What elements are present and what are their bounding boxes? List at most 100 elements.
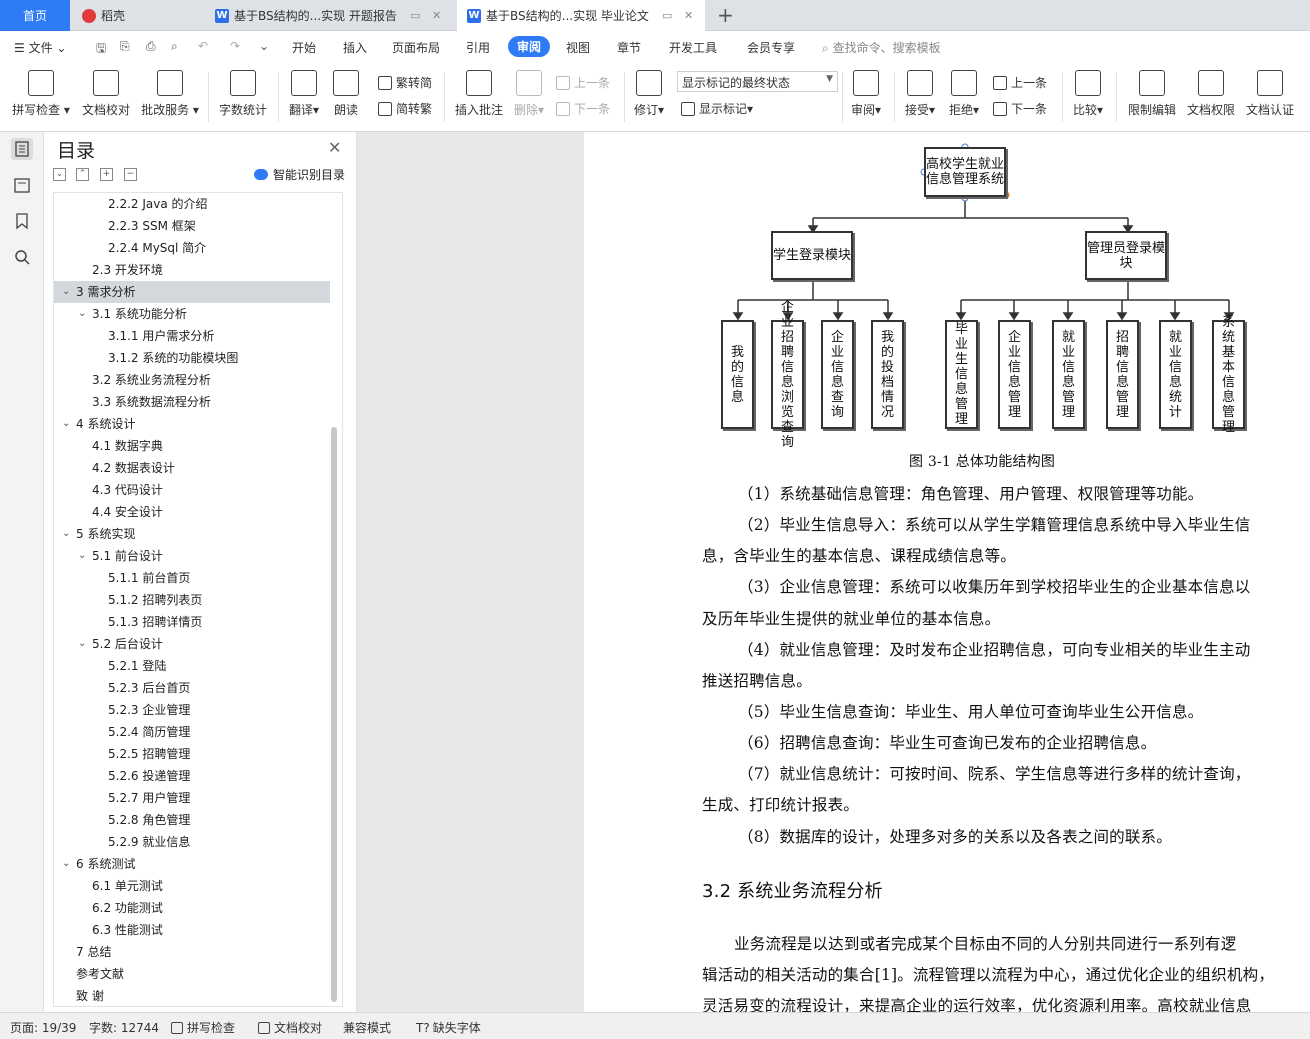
doc-auth-button[interactable]: 文档认证 [1243,68,1297,118]
menu-insert[interactable]: 插入 [343,39,367,56]
chevron-down-icon[interactable]: ⌄ [78,545,86,567]
toc-panel-icon[interactable] [11,138,33,160]
toc-item[interactable]: ⌄ 4 系统设计 [54,413,330,435]
toc-item[interactable]: 3.3 系统数据流程分析 [54,391,330,413]
collapse-all-icon[interactable]: ⌄ [53,168,66,181]
read-aloud-button[interactable]: 朗读 [330,68,362,118]
trad-to-simp-button[interactable]: 繁转简 [378,74,432,91]
toc-item[interactable]: 参考文献 [54,963,330,985]
toc-scrollbar[interactable] [331,427,337,1002]
markup-status-select[interactable]: 显示标记的最终状态 ▼ [677,71,838,92]
toc-item[interactable]: 6.2 功能测试 [54,897,330,919]
toc-item[interactable]: 5.2.9 就业信息 [54,831,330,853]
chapter-nav-icon[interactable] [11,174,33,196]
toc-item[interactable]: 5.2.3 后台首页 [54,677,330,699]
tab-proposal-pin-icon[interactable]: ▭ [410,9,420,22]
toc-item[interactable]: 5.1.2 招聘列表页 [54,589,330,611]
expand-all-icon[interactable]: ⌃ [76,168,89,181]
toc-item[interactable]: 2.2.4 MySql 简介 [54,237,330,259]
word-count-button[interactable]: 字数统计 [216,68,270,118]
simp-to-trad-button[interactable]: 简转繁 [378,100,432,117]
delete-comment-button[interactable]: 删除▾ [511,68,547,118]
chevron-down-icon[interactable]: ⌄ [78,303,86,325]
tab-proposal-close-icon[interactable]: ✕ [432,9,441,22]
file-menu[interactable]: ☰ 文件 ⌄ [14,39,66,56]
prev-change-button[interactable]: 上一条 [993,74,1047,91]
compare-button[interactable]: 比较▾ [1070,68,1106,118]
new-tab-plus-icon[interactable]: + [717,3,734,27]
menu-view[interactable]: 视图 [566,39,590,56]
toc-item[interactable]: 6.1 单元测试 [54,875,330,897]
restrict-edit-button[interactable]: 限制编辑 [1125,68,1179,118]
toc-item[interactable]: 7 总结 [54,941,330,963]
menu-member[interactable]: 会员专享 [747,39,795,56]
menu-chapter[interactable]: 章节 [617,39,641,56]
undo-icon[interactable]: ↶ [198,39,208,53]
review-pane-button[interactable]: 审阅▾ [848,68,884,118]
smart-toc-button[interactable]: 智能识别目录 [254,166,345,183]
more-icon[interactable]: ⌄ [259,39,269,53]
toc-item[interactable]: 2.2.2 Java 的介绍 [54,193,330,215]
correction-service-button[interactable]: 批改服务 ▾ [139,68,201,118]
toc-item[interactable]: 5.2.1 登陆 [54,655,330,677]
search-nav-icon[interactable] [11,246,33,268]
menu-layout[interactable]: 页面布局 [392,39,440,56]
menu-review[interactable]: 审阅 [508,36,551,57]
tab-thesis-close-icon[interactable]: ✕ [684,9,693,22]
toc-item[interactable]: 致 谢 [54,985,330,1006]
toc-item[interactable]: 4.1 数据字典 [54,435,330,457]
export-icon[interactable]: ⎘ [120,39,130,54]
chevron-down-icon[interactable]: ⌄ [62,853,70,875]
doc-permission-button[interactable]: 文档权限 [1185,68,1237,118]
reject-button[interactable]: 拒绝▾ [946,68,982,118]
missing-font-button[interactable]: T? 缺失字体 [416,1019,481,1036]
toc-item[interactable]: 5.2.8 角色管理 [54,809,330,831]
toc-item[interactable]: ⌄ 5.1 前台设计 [54,545,330,567]
toc-item[interactable]: 6.3 性能测试 [54,919,330,941]
toc-item[interactable]: 4.4 安全设计 [54,501,330,523]
add-entry-icon[interactable]: + [100,168,113,181]
toc-item[interactable]: 3.1.2 系统的功能模块图 [54,347,330,369]
page-indicator[interactable]: 页面: 19/39 [10,1019,76,1036]
toc-item[interactable]: 2.2.3 SSM 框架 [54,215,330,237]
preview-icon[interactable]: ⌕ [171,39,178,54]
menu-reference[interactable]: 引用 [466,39,490,56]
doc-check-button[interactable]: 文档校对 [80,68,132,118]
status-spell-check[interactable]: 拼写检查 [171,1019,235,1036]
status-doc-check[interactable]: 文档校对 [258,1019,322,1036]
document-page[interactable]: 高校学生就业信息管理系统 学生登录模块 管理员登录模块 我的信息 企业招聘信息浏… [584,132,1310,1015]
spell-check-button[interactable]: 拼写检查 ▾ [10,68,72,118]
translate-button[interactable]: 翻译▾ [286,68,322,118]
close-icon[interactable]: ✕ [328,138,341,157]
toc-item[interactable]: 5.2.7 用户管理 [54,787,330,809]
toc-item[interactable]: 5.1.3 招聘详情页 [54,611,330,633]
toc-item[interactable]: 4.3 代码设计 [54,479,330,501]
save-icon[interactable]: 🖫 [96,39,106,60]
chevron-down-icon[interactable]: ⌄ [78,633,86,655]
toc-item[interactable]: ⌄ 6 系统测试 [54,853,330,875]
word-count-indicator[interactable]: 字数: 12744 [89,1019,159,1036]
toc-item[interactable]: ⌄ 5 系统实现 [54,523,330,545]
menu-developer[interactable]: 开发工具 [669,39,717,56]
toc-item[interactable]: 5.2.6 投递管理 [54,765,330,787]
toc-item[interactable]: 3.2 系统业务流程分析 [54,369,330,391]
toc-item[interactable]: 3.1.1 用户需求分析 [54,325,330,347]
remove-entry-icon[interactable]: − [124,168,137,181]
toc-item[interactable]: 2.3 开发环境 [54,259,330,281]
toc-item[interactable]: 5.2.3 企业管理 [54,699,330,721]
command-search[interactable]: ⌕ 查找命令、搜索模板 [822,39,941,56]
tab-docer[interactable]: 稻壳 [72,0,202,31]
toc-item[interactable]: 4.2 数据表设计 [54,457,330,479]
revise-button[interactable]: 修订▾ [631,68,667,118]
chevron-down-icon[interactable]: ⌄ [62,413,70,435]
bookmark-nav-icon[interactable] [11,210,33,232]
prev-comment-button[interactable]: 上一条 [556,74,610,91]
chevron-down-icon[interactable]: ⌄ [62,523,70,545]
next-change-button[interactable]: 下一条 [993,100,1047,117]
next-comment-button[interactable]: 下一条 [556,100,610,117]
tab-home[interactable]: 首页 [0,0,70,31]
tab-thesis-pin-icon[interactable]: ▭ [662,9,672,22]
accept-button[interactable]: 接受▾ [902,68,938,118]
toc-item[interactable]: ⌄ 5.2 后台设计 [54,633,330,655]
insert-comment-button[interactable]: 插入批注 [453,68,505,118]
